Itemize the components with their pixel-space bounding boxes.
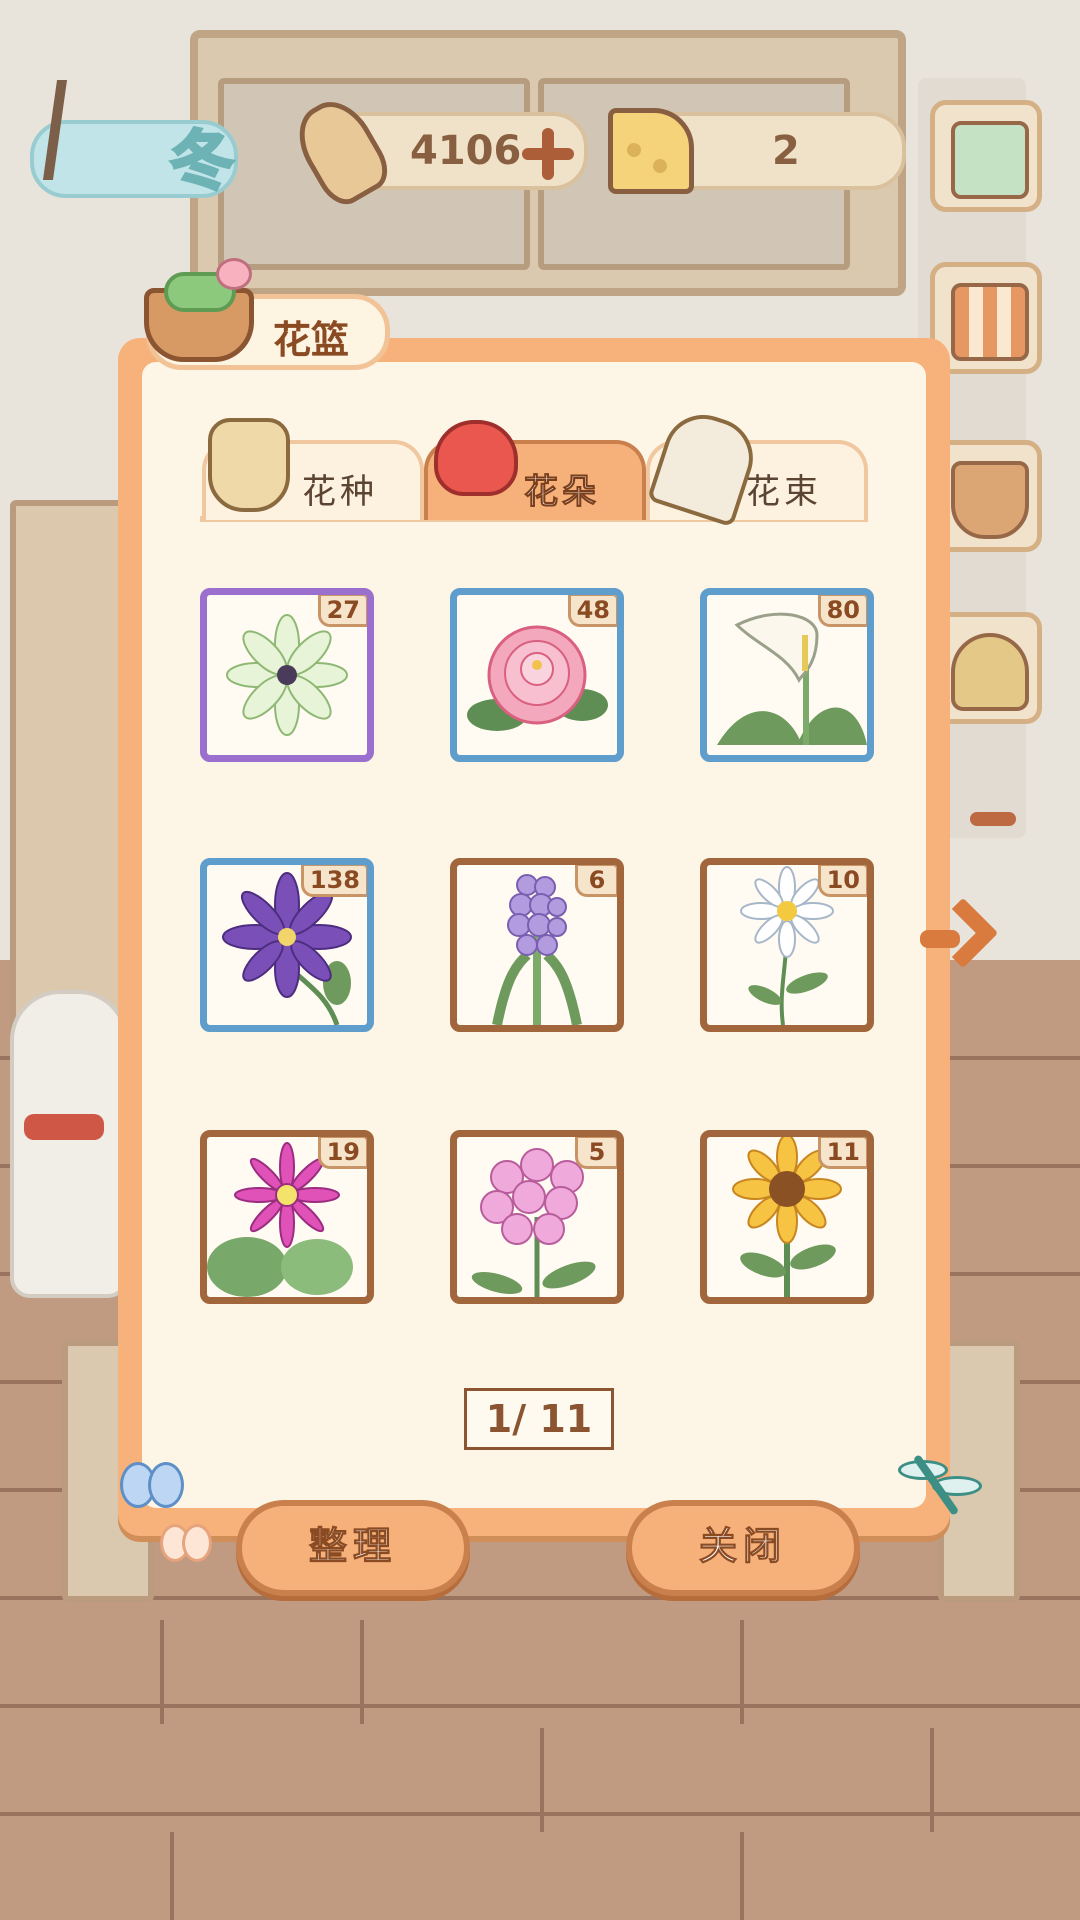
basket-bow <box>216 258 252 290</box>
blue-butterfly-icon <box>120 1462 184 1518</box>
item-count-badge: 6 <box>575 865 617 897</box>
next-page-arrow-icon[interactable] <box>920 904 976 974</box>
item-count-badge: 80 <box>817 595 867 627</box>
close-button[interactable]: 关闭 <box>626 1500 860 1596</box>
item-count-badge: 27 <box>317 595 367 627</box>
tab-seeds-label: 花种 <box>302 472 378 512</box>
flower-slot-calla-lily[interactable]: 80 <box>700 588 874 762</box>
flower-slot-hyacinth[interactable]: 6 <box>450 858 624 1032</box>
rose-icon <box>434 420 518 496</box>
seed-bag-icon <box>208 418 290 512</box>
item-count-badge: 10 <box>817 865 867 897</box>
flower-slot-pink-peony[interactable]: 48 <box>450 588 624 762</box>
item-count-badge: 19 <box>317 1137 367 1169</box>
flower-basket-icon <box>144 258 254 362</box>
sort-button[interactable]: 整理 <box>236 1500 470 1596</box>
page-indicator: 1/ 11 <box>464 1388 614 1450</box>
item-count-badge: 48 <box>567 595 617 627</box>
flower-slot-sunflower[interactable]: 11 <box>700 1130 874 1304</box>
flower-slot-daisy[interactable]: 10 <box>700 858 874 1032</box>
flower-slot-pink-gerbera[interactable]: 19 <box>200 1130 374 1304</box>
flower-slot-white-chrysanthemum[interactable]: 27 <box>200 588 374 762</box>
flower-slot-purple-clematis[interactable]: 138 <box>200 858 374 1032</box>
peach-butterfly-icon <box>160 1524 212 1566</box>
dragonfly-icon <box>892 1450 982 1520</box>
item-count-badge: 5 <box>575 1137 617 1169</box>
tab-bouquets-label: 花束 <box>746 472 822 512</box>
tab-flowers-label: 花朵 <box>524 472 600 513</box>
panel-title: 花篮 <box>273 318 350 362</box>
item-count-badge: 138 <box>300 865 367 897</box>
flower-slot-pink-phlox[interactable]: 5 <box>450 1130 624 1304</box>
item-count-badge: 11 <box>817 1137 867 1169</box>
